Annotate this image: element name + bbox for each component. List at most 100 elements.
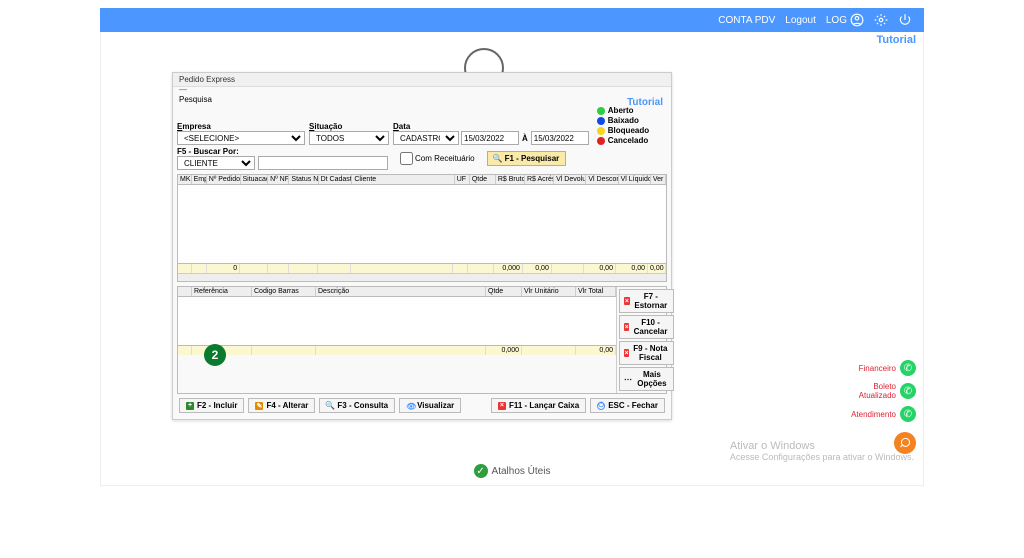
itens-total-cell <box>522 346 576 355</box>
logout-link[interactable]: Logout <box>785 15 816 26</box>
tutorial-link-dialog[interactable]: Tutorial <box>627 97 663 108</box>
empresa-select[interactable]: <SELECIONE> <box>177 131 305 145</box>
grid-col-header[interactable]: Dt Cadastro <box>319 175 353 184</box>
dot-baixado-icon <box>597 117 605 125</box>
grid-total-cell: 0 <box>207 264 241 273</box>
grid-col-header[interactable]: R$ Acrés <box>525 175 554 184</box>
itens-col-header[interactable] <box>178 287 192 296</box>
f2-incluir-button[interactable]: +F2 - Incluir <box>179 398 244 413</box>
mais-opcoes-button[interactable]: ⋯Mais Opções <box>619 367 674 391</box>
grid-col-header[interactable]: Nº NF <box>268 175 289 184</box>
settings-button[interactable] <box>874 13 888 27</box>
itens-col-header[interactable]: Vlr Total <box>576 287 616 296</box>
grid-col-header[interactable]: Status NF <box>289 175 318 184</box>
grid-total-cell <box>192 264 207 273</box>
grid-col-header[interactable]: R$ Bruto <box>496 175 525 184</box>
f7-estornar-button[interactable]: ×F7 - Estornar <box>619 289 674 313</box>
atalhos-uteis-link[interactable]: ✓ Atalhos Úteis <box>100 464 924 478</box>
grid-total-cell <box>240 264 267 273</box>
log-link[interactable]: LOG <box>826 13 864 27</box>
receituario-checkbox[interactable]: Com Receituário <box>400 152 475 165</box>
empresa-label: EEmpresampresa <box>177 122 305 131</box>
pesquisa-label: Pesquisa <box>177 93 667 106</box>
esc-fechar-button[interactable]: ⏻ESC - Fechar <box>590 398 665 413</box>
itens-col-header[interactable]: Codigo Barras <box>252 287 316 296</box>
tutorial-link-top[interactable]: Tutorial <box>876 34 916 46</box>
grid-total-cell <box>268 264 289 273</box>
grid-col-header[interactable]: Ver <box>651 175 666 184</box>
power-button[interactable] <box>898 13 912 27</box>
eye-icon: 👁 <box>406 402 414 410</box>
status-legend: Aberto Baixado Bloqueado Cancelado <box>597 106 649 145</box>
dot-cancelado-icon <box>597 137 605 145</box>
pedido-express-dialog: Pedido Express — Tutorial Pesquisa EEmpr… <box>172 72 672 420</box>
itens-col-header[interactable]: Qtde <box>486 287 522 296</box>
grid-total-cell <box>351 264 453 273</box>
account-label[interactable]: CONTA PDV <box>718 15 775 26</box>
pedidos-grid[interactable]: MKEmpNº PedidoSituacaoNº NFStatus NFDt C… <box>177 174 667 282</box>
situacao-label: Situação <box>309 122 389 131</box>
financeiro-pill[interactable]: Financeiro✆ <box>859 360 916 376</box>
itens-total-cell <box>316 346 486 355</box>
x-icon: × <box>624 297 630 305</box>
data-tipo-select[interactable]: CADASTRO <box>393 131 459 145</box>
boleto-pill[interactable]: BoletoAtualizado✆ <box>859 382 916 400</box>
gear-icon <box>874 13 888 27</box>
grid-col-header[interactable]: Vl Devoluç <box>554 175 586 184</box>
x-icon: × <box>624 349 629 357</box>
f4-alterar-button[interactable]: ✎F4 - Alterar <box>248 398 315 413</box>
whatsapp-icon: ✆ <box>900 360 916 376</box>
legend-bloqueado: Bloqueado <box>608 126 649 135</box>
grid-col-header[interactable]: Cliente <box>352 175 454 184</box>
situacao-select[interactable]: TODOS <box>309 131 389 145</box>
grid-col-header[interactable]: UF <box>455 175 470 184</box>
x-icon: × <box>624 323 629 331</box>
f3-consulta-button[interactable]: 🔍F3 - Consulta <box>319 398 395 413</box>
receituario-text: Com Receituário <box>415 154 475 163</box>
log-text: LOG <box>826 15 847 26</box>
buscar-input[interactable] <box>258 156 388 170</box>
atalhos-label: Atalhos Úteis <box>492 466 551 477</box>
itens-col-header[interactable]: Referência <box>192 287 252 296</box>
grid-col-header[interactable]: MK <box>178 175 192 184</box>
grid-col-header[interactable]: Vl Descont <box>586 175 618 184</box>
x-icon: × <box>498 402 506 410</box>
grid-col-header[interactable]: Nº Pedido <box>207 175 241 184</box>
f11-lancar-caixa-button[interactable]: ×F11 - Lançar Caixa <box>491 398 586 413</box>
atendimento-pill[interactable]: Atendimento✆ <box>851 406 916 422</box>
grid-col-header[interactable]: Emp <box>192 175 207 184</box>
dialog-title: Pedido Express <box>173 73 671 87</box>
watermark-line2: Acesse Configurações para ativar o Windo… <box>730 452 914 462</box>
grid-total-cell: 0,00 <box>523 264 552 273</box>
date-to-input[interactable] <box>531 131 589 145</box>
data-label: Data <box>393 122 589 131</box>
date-from-input[interactable] <box>461 131 519 145</box>
grid-total-cell: 0,000 <box>494 264 523 273</box>
options-icon: ⋯ <box>624 375 632 383</box>
whatsapp-icon: ✆ <box>900 406 916 422</box>
legend-baixado: Baixado <box>608 116 639 125</box>
pedidos-grid-body[interactable] <box>178 185 666 263</box>
grid-col-header[interactable]: Qtde <box>470 175 496 184</box>
whatsapp-icon: ✆ <box>900 383 916 399</box>
f9-nota-fiscal-button[interactable]: ×F9 - Nota Fiscal <box>619 341 674 365</box>
itens-total-cell <box>178 346 192 355</box>
f10-cancelar-button[interactable]: ×F10 - Cancelar <box>619 315 674 339</box>
user-circle-icon <box>850 13 864 27</box>
grid-hscrollbar[interactable] <box>178 273 666 281</box>
power-icon: ⏻ <box>597 402 605 410</box>
receituario-input[interactable] <box>400 152 413 165</box>
itens-col-header[interactable]: Vlr Unitário <box>522 287 576 296</box>
grid-col-header[interactable]: Vl Líquido <box>619 175 651 184</box>
itens-total-cell: 0,00 <box>576 346 616 355</box>
windows-watermark: Ativar o Windows Acesse Configurações pa… <box>730 440 914 462</box>
visualizar-button[interactable]: 👁Visualizar <box>399 398 461 413</box>
dialog-button-bar: +F2 - Incluir ✎F4 - Alterar 🔍F3 - Consul… <box>177 394 667 415</box>
itens-col-header[interactable]: Descrição <box>316 287 486 296</box>
buscar-tipo-select[interactable]: CLIENTE <box>177 156 255 170</box>
grid-col-header[interactable]: Situacao <box>241 175 269 184</box>
grid-total-cell <box>552 264 584 273</box>
itens-grid-body[interactable] <box>178 297 616 345</box>
dialog-collapse-button[interactable]: — <box>179 85 187 94</box>
pesquisar-button[interactable]: 🔍 F1 - Pesquisar <box>487 151 567 166</box>
